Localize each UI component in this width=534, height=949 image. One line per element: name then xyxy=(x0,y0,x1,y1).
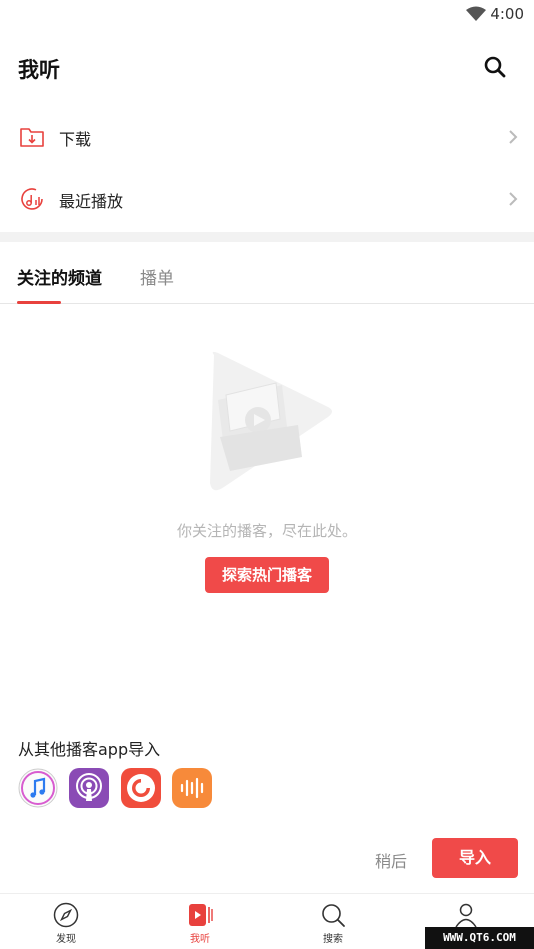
page-title: 我听 xyxy=(18,58,60,82)
nav-discover[interactable]: 发现 xyxy=(26,902,106,945)
castbox-icon[interactable] xyxy=(172,768,212,808)
nav-profile[interactable] xyxy=(426,902,506,930)
search-icon xyxy=(322,904,345,927)
nav-label: 搜索 xyxy=(323,934,343,945)
chevron-right-icon xyxy=(509,192,518,206)
nav-label: 我听 xyxy=(190,934,210,945)
nav-my-listen[interactable]: 我听 xyxy=(160,902,240,945)
download-folder-icon xyxy=(20,128,44,147)
import-button[interactable]: 导入 xyxy=(432,838,518,878)
empty-state-message: 你关注的播客，尽在此处。 xyxy=(176,522,357,540)
tab-bar: 关注的频道 播单 xyxy=(0,242,534,304)
later-button[interactable]: 稍后 xyxy=(375,848,407,872)
watermark: WWW.QT6.COM xyxy=(425,927,534,949)
recent-play-icon xyxy=(21,188,43,210)
apple-podcasts-icon[interactable] xyxy=(69,768,109,808)
search-icon[interactable] xyxy=(482,54,508,80)
menu-item-recent[interactable]: 最近播放 xyxy=(0,169,534,231)
tab-active-indicator xyxy=(17,301,61,304)
profile-icon xyxy=(455,903,477,928)
tab-playlists[interactable]: 播单 xyxy=(140,264,174,289)
chevron-right-icon xyxy=(509,130,518,144)
itunes-icon[interactable] xyxy=(18,768,58,808)
explore-popular-podcasts-button[interactable]: 探索热门播客 xyxy=(205,557,329,593)
nav-label: 发现 xyxy=(56,934,76,945)
wifi-icon xyxy=(466,6,486,21)
compass-icon xyxy=(53,902,79,928)
menu-item-download[interactable]: 下载 xyxy=(0,107,534,169)
my-listen-icon xyxy=(189,904,213,926)
header: 我听 xyxy=(0,40,534,96)
menu-item-label: 最近播放 xyxy=(59,192,124,211)
section-divider xyxy=(0,232,534,242)
nav-search[interactable]: 搜索 xyxy=(293,902,373,945)
pocket-casts-icon[interactable] xyxy=(121,768,161,808)
empty-podcast-illustration xyxy=(210,351,332,491)
status-time: 4:00 xyxy=(490,5,524,23)
menu-item-label: 下载 xyxy=(59,130,92,149)
tab-followed-channels[interactable]: 关注的频道 xyxy=(17,264,102,289)
status-bar: 4:00 xyxy=(0,0,534,30)
import-section-title: 从其他播客app导入 xyxy=(18,740,161,759)
